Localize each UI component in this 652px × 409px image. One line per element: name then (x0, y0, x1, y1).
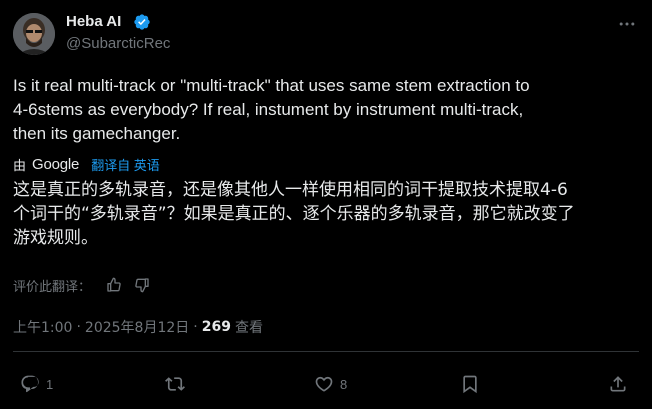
rate-translation: 评价此翻译： (13, 275, 151, 295)
reply-count: 1 (46, 376, 54, 392)
verified-badge-icon (133, 13, 151, 31)
retweet-icon (165, 377, 185, 391)
rate-translation-label: 评价此翻译： (13, 279, 92, 295)
bookmark-button[interactable] (460, 370, 480, 398)
avatar[interactable] (13, 13, 55, 55)
reply-icon (21, 375, 39, 393)
translated-by-label: 由 (13, 157, 27, 173)
like-button[interactable]: 8 (314, 370, 347, 398)
translated-text: 这是真正的多轨录音，还是像其他人一样使用相同的词干提取技术提取4-6 个词干的“… (13, 180, 575, 248)
author-handle[interactable]: @SubarcticRec (66, 34, 170, 54)
share-icon (610, 376, 626, 392)
thumb-up-icon[interactable] (105, 276, 123, 294)
divider (13, 351, 639, 352)
meta-separator: · (76, 319, 81, 335)
retweet-button[interactable] (165, 370, 191, 398)
meta-separator: · (193, 319, 198, 335)
tweet-meta: 上午1:00 · 2025年8月12日 · 269 查看 (13, 317, 263, 337)
translated-from-link[interactable]: 翻译自 英语 (91, 155, 160, 174)
google-logo: Google (32, 155, 80, 173)
tweet-text: Is it real multi-track or "multi-track" … (13, 76, 530, 143)
thumb-down-icon[interactable] (133, 276, 151, 294)
bookmark-icon (463, 375, 477, 394)
more-icon[interactable] (614, 14, 640, 34)
reply-button[interactable]: 1 (20, 370, 53, 398)
views-label: 查看 (234, 320, 263, 336)
share-button[interactable] (608, 370, 628, 398)
tweet-date[interactable]: 2025年8月12日 (85, 317, 189, 337)
heart-icon (315, 376, 333, 392)
tweet-time[interactable]: 上午1:00 (13, 317, 72, 337)
action-bar: 1 8 (0, 370, 652, 398)
author-name[interactable]: Heba AI (66, 12, 121, 32)
like-count: 8 (340, 376, 348, 392)
views-count[interactable]: 269 (202, 319, 231, 335)
translation-attribution: 由 Google 翻译自 英语 (13, 154, 160, 174)
